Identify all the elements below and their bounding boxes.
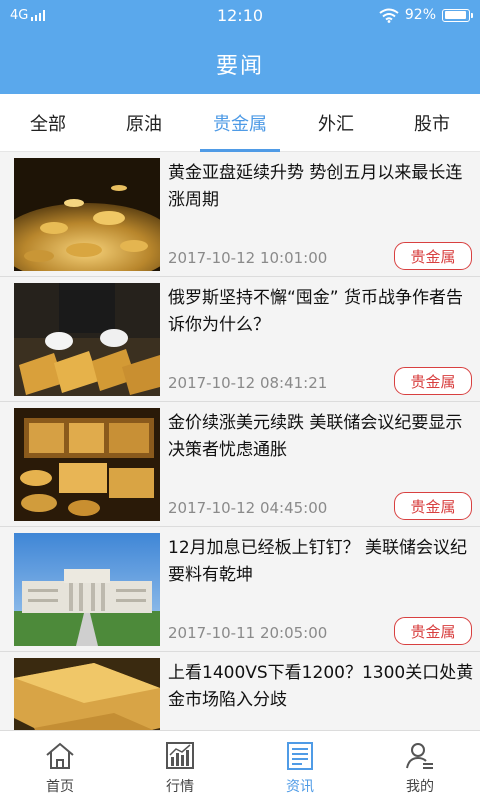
status-right: 92% bbox=[379, 7, 473, 23]
news-item[interactable]: 金价续涨美元续跌 美联储会议纪要显示决策者忧虑通胀 2017-10-12 04:… bbox=[0, 402, 480, 527]
news-category-tag[interactable]: 贵金属 bbox=[394, 242, 472, 270]
home-icon bbox=[46, 742, 74, 769]
tab-stocks[interactable]: 股市 bbox=[384, 94, 480, 151]
tab-all[interactable]: 全部 bbox=[0, 94, 96, 151]
news-icon bbox=[287, 742, 313, 770]
news-title: 黄金亚盘延续升势 势创五月以来最长连涨周期 bbox=[168, 163, 463, 210]
news-list: 黄金亚盘延续升势 势创五月以来最长连涨周期 2017-10-12 10:01:0… bbox=[0, 152, 480, 730]
category-tabs: 全部 原油 贵金属 外汇 股市 bbox=[0, 94, 480, 152]
news-item[interactable]: 上看1400VS下看1200？1300关口处黄金市场陷入分歧 bbox=[0, 652, 480, 730]
chart-icon bbox=[166, 742, 194, 769]
nav-label: 行情 bbox=[166, 779, 194, 795]
news-time: 2017-10-12 10:01:00 bbox=[168, 249, 328, 267]
news-item[interactable]: 俄罗斯坚持不懈“囤金” 货币战争作者告诉你为什么？ 2017-10-12 08:… bbox=[0, 277, 480, 402]
news-thumbnail-gold-bar bbox=[14, 658, 160, 730]
news-time: 2017-10-12 04:45:00 bbox=[168, 499, 328, 517]
news-title: 上看1400VS下看1200？1300关口处黄金市场陷入分歧 bbox=[168, 663, 474, 710]
wifi-icon bbox=[379, 8, 399, 23]
news-item[interactable]: 黄金亚盘延续升势 势创五月以来最长连涨周期 2017-10-12 10:01:0… bbox=[0, 152, 480, 277]
nav-news[interactable]: 资讯 bbox=[240, 731, 360, 800]
nav-label: 资讯 bbox=[286, 779, 314, 795]
tab-precious-metals[interactable]: 贵金属 bbox=[192, 94, 288, 152]
news-title: 金价续涨美元续跌 美联储会议纪要显示决策者忧虑通胀 bbox=[168, 413, 463, 460]
news-category-tag[interactable]: 贵金属 bbox=[394, 367, 472, 395]
tab-crude-oil[interactable]: 原油 bbox=[96, 94, 192, 151]
nav-profile[interactable]: 我的 bbox=[360, 731, 480, 800]
nav-label: 首页 bbox=[46, 779, 74, 795]
app-header: 4G 12:10 92% 要闻 bbox=[0, 0, 480, 94]
battery-percent: 92% bbox=[404, 7, 436, 23]
battery-icon bbox=[442, 8, 473, 22]
news-thumbnail-gold-bars-coins bbox=[14, 408, 160, 521]
page-title: 要闻 bbox=[215, 54, 264, 79]
news-thumbnail-gold-bars-gloves bbox=[14, 283, 160, 396]
status-bar: 4G 12:10 92% bbox=[0, 0, 480, 32]
news-category-tag[interactable]: 贵金属 bbox=[394, 492, 472, 520]
news-thumbnail-federal-reserve bbox=[14, 533, 160, 646]
nav-label: 我的 bbox=[406, 779, 434, 795]
nav-home[interactable]: 首页 bbox=[0, 731, 120, 800]
news-time: 2017-10-11 20:05:00 bbox=[168, 624, 328, 642]
tab-forex[interactable]: 外汇 bbox=[288, 94, 384, 151]
news-thumbnail-gold-coins bbox=[14, 158, 160, 271]
profile-icon bbox=[406, 743, 433, 769]
nav-market[interactable]: 行情 bbox=[120, 731, 240, 800]
news-title: 12月加息已经板上钉钉？ 美联储会议纪要料有乾坤 bbox=[168, 538, 468, 585]
news-title: 俄罗斯坚持不懈“囤金” 货币战争作者告诉你为什么？ bbox=[168, 288, 464, 335]
news-item[interactable]: 12月加息已经板上钉钉？ 美联储会议纪要料有乾坤 2017-10-11 20:0… bbox=[0, 527, 480, 652]
news-category-tag[interactable]: 贵金属 bbox=[394, 617, 472, 645]
bottom-nav: 首页 行情 资讯 我的 bbox=[0, 730, 480, 800]
news-time: 2017-10-12 08:41:21 bbox=[168, 374, 328, 392]
